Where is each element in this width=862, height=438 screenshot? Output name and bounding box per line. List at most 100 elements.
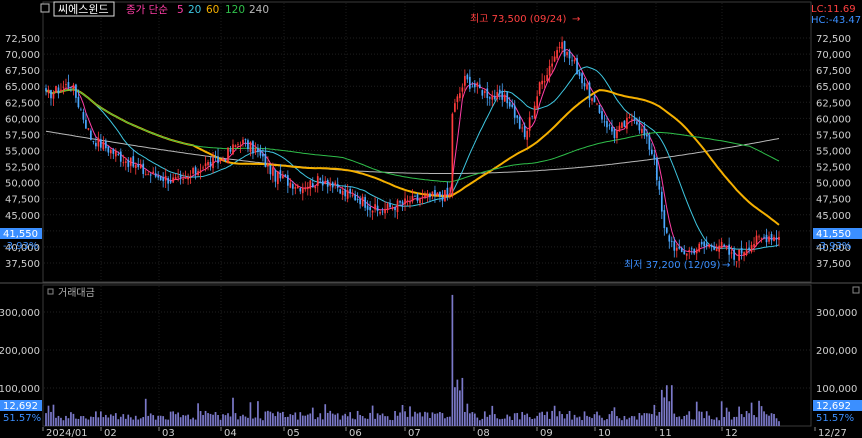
volume-title: 거래대금 xyxy=(58,287,95,299)
volume-bar xyxy=(723,417,725,426)
volume-bar xyxy=(164,419,167,426)
candle-body xyxy=(728,244,730,255)
candle-body xyxy=(491,95,494,100)
price-tick-left: 55,000 xyxy=(5,147,40,158)
volume-bar xyxy=(543,414,546,426)
volume-bar xyxy=(247,417,249,426)
candle-body xyxy=(401,201,404,204)
candle-body xyxy=(628,117,631,119)
candle-body xyxy=(768,236,770,242)
volume-bar xyxy=(404,411,406,426)
volume-bar xyxy=(481,418,484,426)
candle-body xyxy=(601,111,603,120)
volume-bar xyxy=(685,414,688,426)
volume-bar xyxy=(441,413,444,426)
volume-bar xyxy=(478,420,481,426)
box-menu-icon[interactable] xyxy=(40,3,50,13)
x-axis-label: 04 xyxy=(224,428,237,438)
candle-body xyxy=(259,149,262,156)
candle-body xyxy=(55,86,57,93)
candle-body xyxy=(573,59,576,62)
candle-body xyxy=(142,163,145,174)
volume-bar xyxy=(528,417,531,426)
candle-body xyxy=(551,63,553,67)
candle-body xyxy=(591,98,593,102)
candle-body xyxy=(237,144,239,146)
ma-period-120[interactable]: 120 xyxy=(225,4,245,16)
low-arrow-icon: → xyxy=(722,260,730,271)
price-tick-right: 47,500 xyxy=(816,195,851,206)
volume-bar xyxy=(511,419,514,426)
volume-bar xyxy=(296,419,299,426)
ma-period-240[interactable]: 240 xyxy=(249,4,269,16)
volume-bar xyxy=(468,413,471,426)
volume-bar xyxy=(618,418,621,426)
candle-body xyxy=(122,162,125,164)
candle-body xyxy=(291,184,294,189)
candle-body xyxy=(690,248,693,250)
volume-bar xyxy=(416,413,419,426)
candle-body xyxy=(536,96,539,109)
volume-bar xyxy=(289,414,292,426)
candle-body xyxy=(189,175,192,177)
volume-bar xyxy=(464,411,466,426)
candle-body xyxy=(80,109,82,111)
volume-bar xyxy=(72,413,75,426)
x-axis-label: 11 xyxy=(659,428,672,438)
high-note: 최고 73,500 (09/24) xyxy=(470,13,566,25)
volume-bar xyxy=(740,414,743,426)
candle-body xyxy=(289,182,292,188)
volume-bar xyxy=(114,413,117,426)
volume-bar xyxy=(102,417,105,426)
candle-body xyxy=(132,156,135,167)
candle-body xyxy=(364,197,366,208)
candle-body xyxy=(730,252,733,254)
candle-body xyxy=(239,145,242,147)
candle-body xyxy=(710,245,713,247)
volume-bar xyxy=(209,413,212,426)
candle-body xyxy=(698,243,701,252)
candle-body xyxy=(678,246,681,249)
candle-body xyxy=(192,167,194,174)
volume-bar xyxy=(167,419,170,426)
ma-period-20[interactable]: 20 xyxy=(188,4,201,16)
volume-bar xyxy=(466,403,469,426)
x-axis-label: 08 xyxy=(477,428,490,438)
volume-bar xyxy=(100,411,102,426)
volume-bar xyxy=(234,413,237,426)
candle-body xyxy=(339,189,342,194)
volume-bar xyxy=(162,416,165,426)
candle-body xyxy=(124,161,127,163)
volume-bar xyxy=(321,419,324,426)
candle-body xyxy=(775,237,778,240)
candle-body xyxy=(563,41,566,57)
volume-tick-right: 300,000 xyxy=(816,308,857,319)
candle-body xyxy=(471,86,474,88)
candle-body xyxy=(65,84,67,86)
volume-bar xyxy=(346,416,349,426)
volume-bar xyxy=(646,413,648,426)
volume-bar xyxy=(459,390,461,426)
candle-body xyxy=(598,104,601,113)
price-tick-left: 72,500 xyxy=(5,34,40,45)
candle-body xyxy=(429,193,431,198)
volume-bar xyxy=(718,420,721,426)
candle-body xyxy=(571,60,573,62)
volume-bar xyxy=(598,415,601,426)
volume-bar xyxy=(655,415,658,426)
candle-body xyxy=(483,91,486,93)
volume-bar xyxy=(516,412,519,426)
volume-bar xyxy=(720,401,723,426)
volume-bar xyxy=(277,411,279,426)
candle-body xyxy=(286,175,289,186)
stock-chart[interactable]: 72,500 72,500 70,000 70,000 67,500 67,500 65,0… xyxy=(0,0,862,438)
candle-body xyxy=(641,128,643,133)
ma-period-60[interactable]: 60 xyxy=(206,4,219,16)
candle-body xyxy=(481,90,484,96)
volume-bar xyxy=(608,414,611,426)
ma-period-5[interactable]: 5 xyxy=(177,4,184,16)
volume-bar xyxy=(274,416,277,426)
volume-ratio-right: 51.57% xyxy=(816,413,854,424)
candle-body xyxy=(129,157,132,166)
volume-bar xyxy=(45,413,47,426)
